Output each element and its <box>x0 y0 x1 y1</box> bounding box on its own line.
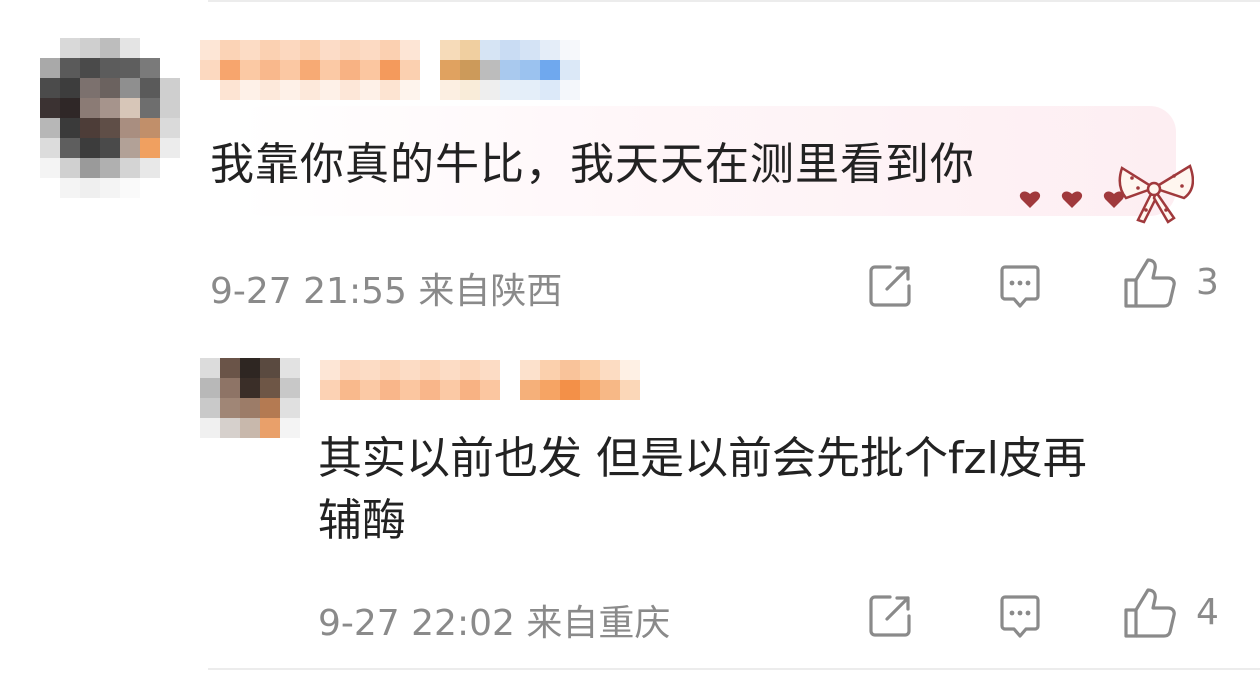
reply-location: 来自重庆 <box>526 603 671 644</box>
thumbs-up-icon[interactable] <box>1122 586 1176 640</box>
reply-text: 其实以前也发 但是以前会先批个fzl皮再 辅酶 <box>318 428 1238 552</box>
reply-date: 9-27 22:02 <box>318 603 515 644</box>
share-icon[interactable] <box>866 262 914 310</box>
reply-text-line: 其实以前也发 但是以前会先批个fzl皮再 <box>318 433 1087 484</box>
comment-thread: 我靠你真的牛比，我天天在测里看到你 9-27 21:55 来自陕西 3 其实以前… <box>0 0 1260 690</box>
bow-hearts-decoration-icon <box>1019 164 1194 224</box>
reply-meta: 9-27 22:02 来自重庆 <box>318 594 670 646</box>
like-count: 3 <box>1196 262 1219 303</box>
comment-text: 我靠你真的牛比，我天天在测里看到你 <box>210 139 975 190</box>
reply-text-line: 辅酶 <box>318 495 406 546</box>
divider <box>208 0 1260 2</box>
comment-icon[interactable] <box>996 592 1044 640</box>
comment-location: 来自陕西 <box>418 271 563 312</box>
reply-avatar[interactable] <box>200 358 300 438</box>
comment-meta: 9-27 21:55 来自陕西 <box>210 262 562 314</box>
reply-username[interactable] <box>320 360 640 400</box>
comment-date: 9-27 21:55 <box>210 271 407 312</box>
avatar[interactable] <box>40 38 180 198</box>
like-count: 4 <box>1196 592 1219 633</box>
username[interactable] <box>200 40 580 100</box>
thumbs-up-icon[interactable] <box>1122 256 1176 310</box>
comment-icon[interactable] <box>996 262 1044 310</box>
divider <box>208 668 1260 670</box>
share-icon[interactable] <box>866 592 914 640</box>
